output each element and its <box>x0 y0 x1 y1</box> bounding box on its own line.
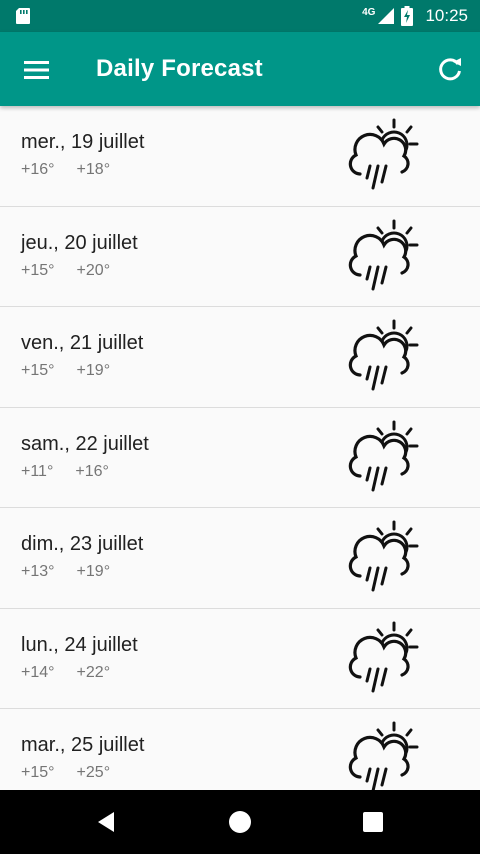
temp-max: +20° <box>76 261 111 279</box>
forecast-temps: +15° +25° <box>21 764 110 782</box>
temp-min: +16° <box>21 161 55 178</box>
partly-sunny-rain-icon <box>348 319 419 391</box>
status-bar: 4G 10:25 <box>0 0 480 32</box>
temp-max: +19° <box>76 362 111 379</box>
forecast-row[interactable]: mar., 25 juillet +15° +25° <box>0 709 480 790</box>
forecast-date: sam., 22 juillet <box>21 432 149 455</box>
forecast-row[interactable]: lun., 24 juillet +14° +22° <box>0 608 480 709</box>
temp-max: +18° <box>76 161 111 178</box>
forecast-temps: +13° +19° <box>21 563 110 581</box>
partly-sunny-rain-icon <box>348 420 419 491</box>
network-type-label: 4G <box>362 6 376 18</box>
forecast-date: lun., 24 juillet <box>21 633 138 656</box>
forecast-list[interactable]: mer., 19 juillet +16° +18° jeu., 20 juil… <box>0 106 480 790</box>
back-triangle-icon[interactable] <box>90 806 122 838</box>
partly-sunny-rain-icon <box>348 621 419 692</box>
temp-min: +14° <box>21 663 55 681</box>
temp-min: +13° <box>21 563 55 580</box>
clock: 10:25 <box>425 6 468 25</box>
temp-min: +15° <box>21 362 55 379</box>
partly-sunny-rain-icon <box>348 721 419 790</box>
forecast-row[interactable]: dim., 23 juillet +13° +19° <box>0 508 480 609</box>
temp-min: +15° <box>21 261 55 279</box>
system-nav-bar <box>0 790 480 854</box>
refresh-icon[interactable] <box>434 53 466 85</box>
forecast-row[interactable]: sam., 22 juillet +11° +16° <box>0 407 480 508</box>
signal-icon <box>378 8 395 24</box>
forecast-date: jeu., 20 juillet <box>21 231 138 254</box>
temp-max: +16° <box>75 462 109 480</box>
forecast-temps: +11° +16° <box>21 463 109 481</box>
home-circle-icon[interactable] <box>224 806 256 838</box>
temp-min: +11° <box>21 462 54 480</box>
page-title: Daily Forecast <box>96 55 263 82</box>
recents-square-icon[interactable] <box>357 806 389 838</box>
battery-charging-icon <box>401 6 414 26</box>
forecast-date: mer., 19 juillet <box>21 131 145 153</box>
forecast-date: ven., 21 juillet <box>21 332 144 354</box>
forecast-temps: +16° +18° <box>21 161 110 179</box>
partly-sunny-rain-icon <box>348 520 419 592</box>
temp-max: +22° <box>76 663 111 681</box>
partly-sunny-rain-icon <box>348 118 419 190</box>
temp-max: +25° <box>76 764 111 781</box>
hamburger-menu-icon[interactable] <box>18 52 58 88</box>
forecast-row[interactable]: ven., 21 juillet +15° +19° <box>0 307 480 408</box>
temp-min: +15° <box>21 764 55 781</box>
forecast-date: dim., 23 juillet <box>21 533 144 555</box>
forecast-row[interactable]: jeu., 20 juillet +15° +20° <box>0 206 480 307</box>
forecast-temps: +15° +20° <box>21 262 110 280</box>
forecast-temps: +14° +22° <box>21 664 110 682</box>
forecast-temps: +15° +19° <box>21 362 110 380</box>
forecast-row[interactable]: mer., 19 juillet +16° +18° <box>0 106 480 207</box>
temp-max: +19° <box>76 563 111 580</box>
sd-card-icon <box>16 8 30 24</box>
forecast-date: mar., 25 juillet <box>21 734 145 756</box>
app-bar: Daily Forecast <box>0 32 480 106</box>
partly-sunny-rain-icon <box>348 219 419 290</box>
